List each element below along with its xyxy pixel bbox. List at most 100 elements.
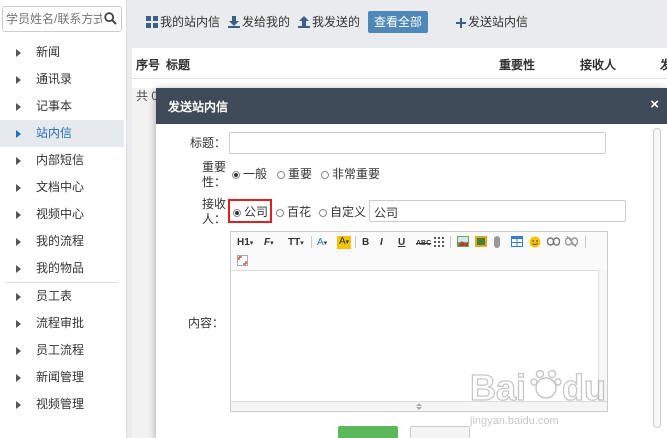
- sidebar-menu: 新闻 通讯录 记事本 站内信 内部短信 文档中心 视频中心 我的流程 我的物品 …: [0, 39, 124, 418]
- chevron-right-icon: [16, 76, 21, 84]
- importance-label-line2: 性：: [201, 175, 226, 189]
- toolbar-divider: [585, 236, 586, 248]
- chevron-right-icon: [16, 293, 21, 301]
- underline-button[interactable]: U: [398, 237, 405, 249]
- dialog-header: 发送站内信 ×: [156, 88, 667, 124]
- chevron-right-icon: [16, 401, 21, 409]
- svg-text:Bai: Bai: [470, 367, 526, 408]
- table-icon[interactable]: [511, 236, 523, 247]
- title-input[interactable]: [229, 132, 606, 154]
- svg-text:jingyan.baidu.com: jingyan.baidu.com: [469, 415, 559, 427]
- heading-button[interactable]: H1▾: [237, 237, 253, 250]
- attachment-icon[interactable]: [493, 236, 501, 248]
- receiver-input[interactable]: 公司: [369, 200, 626, 222]
- baidu-watermark-logo: Bai du jingyan.baidu.com: [469, 366, 607, 427]
- bold-button[interactable]: B: [362, 237, 369, 249]
- top-toolbar: 我的站内信 发给我的 我发送的 查看全部 发送站内信: [132, 8, 667, 36]
- sidebar-item-my-items[interactable]: 我的物品: [0, 255, 124, 282]
- chevron-right-icon: [16, 49, 21, 57]
- sidebar-item-employees[interactable]: 员工表: [0, 283, 124, 310]
- sidebar-item-approval[interactable]: 流程审批: [0, 310, 124, 337]
- toolbar-divider: [450, 236, 451, 248]
- sidebar-item-my-process[interactable]: 我的流程: [0, 228, 124, 255]
- strikethrough-button[interactable]: ABC: [416, 238, 431, 250]
- unlink-icon[interactable]: [565, 236, 578, 247]
- importance-option-normal[interactable]: 一般: [232, 167, 267, 181]
- grid-icon: [146, 16, 158, 28]
- font-family-button[interactable]: F▾: [264, 237, 274, 250]
- importance-label-line1: 重要: [201, 160, 226, 174]
- radio-icon: [319, 209, 327, 217]
- font-color-button[interactable]: A▾: [317, 237, 327, 250]
- receiver-label-line1: 接收: [201, 197, 226, 211]
- link-icon[interactable]: [547, 237, 560, 246]
- column-header-index: 序号: [136, 58, 161, 72]
- font-size-button[interactable]: TT▾: [288, 237, 304, 250]
- send-message-button[interactable]: 发送站内信: [456, 12, 528, 32]
- svg-text:du: du: [562, 367, 606, 408]
- search-input[interactable]: [6, 10, 102, 28]
- sidebar-item-news-admin[interactable]: 新闻管理: [0, 364, 124, 391]
- chevron-right-icon: [16, 130, 21, 138]
- receiver-option-baihua[interactable]: 百花: [276, 205, 311, 219]
- chevron-right-icon: [16, 157, 21, 165]
- sent-to-me-button[interactable]: 发给我的: [228, 12, 290, 32]
- close-icon[interactable]: ×: [650, 97, 659, 113]
- dialog-title: 发送站内信: [168, 100, 229, 114]
- sidebar-item-employee-process[interactable]: 员工流程: [0, 337, 124, 364]
- column-header-receiver: 接收人: [580, 58, 617, 72]
- chevron-right-icon: [16, 320, 21, 328]
- sidebar-item-notes[interactable]: 记事本: [0, 93, 124, 120]
- emoji-icon[interactable]: [529, 236, 541, 248]
- radio-icon: [277, 171, 285, 179]
- fullscreen-icon[interactable]: [237, 255, 248, 266]
- sidebar-item-sms[interactable]: 内部短信: [0, 147, 124, 174]
- chevron-right-icon: [16, 211, 21, 219]
- media-icon[interactable]: [475, 236, 487, 247]
- toolbar-divider: [311, 236, 312, 248]
- search-box[interactable]: [2, 6, 122, 32]
- sidebar-item-video-admin[interactable]: 视频管理: [0, 391, 124, 418]
- search-icon[interactable]: [104, 12, 117, 25]
- radio-selected-icon: [232, 171, 240, 179]
- sidebar-item-news[interactable]: 新闻: [0, 39, 124, 66]
- cancel-button[interactable]: [410, 426, 470, 438]
- italic-button[interactable]: I: [380, 237, 383, 249]
- sidebar-item-videos[interactable]: 视频中心: [0, 201, 124, 228]
- receiver-option-company[interactable]: 公司: [233, 205, 268, 219]
- view-all-button[interactable]: 查看全部: [368, 11, 429, 33]
- chevron-right-icon: [16, 184, 21, 192]
- receiver-option-custom[interactable]: 自定义: [319, 205, 366, 219]
- download-icon: [228, 16, 240, 28]
- upload-icon: [298, 16, 310, 28]
- resize-grip-icon: [416, 403, 422, 410]
- sidebar-item-contacts[interactable]: 通讯录: [0, 66, 124, 93]
- highlight-color-button[interactable]: A▾: [337, 236, 352, 249]
- my-messages-button[interactable]: 我的站内信: [146, 12, 220, 32]
- column-header-sender: 发: [660, 58, 667, 72]
- sidebar-item-messages[interactable]: 站内信: [0, 120, 124, 147]
- image-icon[interactable]: [457, 236, 469, 247]
- content-label: 内容：: [187, 316, 224, 330]
- sidebar-item-documents[interactable]: 文档中心: [0, 174, 124, 201]
- importance-option-important[interactable]: 重要: [277, 167, 312, 181]
- sidebar: 新闻 通讯录 记事本 站内信 内部短信 文档中心 视频中心 我的流程 我的物品 …: [0, 0, 127, 438]
- column-header-title: 标题: [166, 58, 191, 72]
- toolbar-divider: [355, 236, 356, 248]
- importance-option-very-important[interactable]: 非常重要: [321, 167, 380, 181]
- i-sent-button[interactable]: 我发送的: [298, 12, 360, 32]
- radio-icon: [321, 171, 329, 179]
- chevron-right-icon: [16, 238, 21, 246]
- plus-icon: [456, 18, 466, 28]
- table-header-divider: [132, 78, 667, 79]
- more-format-icon[interactable]: [434, 237, 444, 247]
- radio-icon: [276, 209, 284, 217]
- editor-toolbar: H1▾ F▾ TT▾ A▾ A▾ B I U ABC: [231, 232, 607, 271]
- chevron-right-icon: [16, 265, 21, 273]
- column-header-importance: 重要性: [499, 58, 536, 72]
- chevron-right-icon: [16, 347, 21, 355]
- submit-button[interactable]: [338, 426, 398, 438]
- chevron-right-icon: [16, 103, 21, 111]
- radio-selected-icon: [233, 209, 241, 217]
- receiver-label-line2: 人：: [201, 212, 226, 226]
